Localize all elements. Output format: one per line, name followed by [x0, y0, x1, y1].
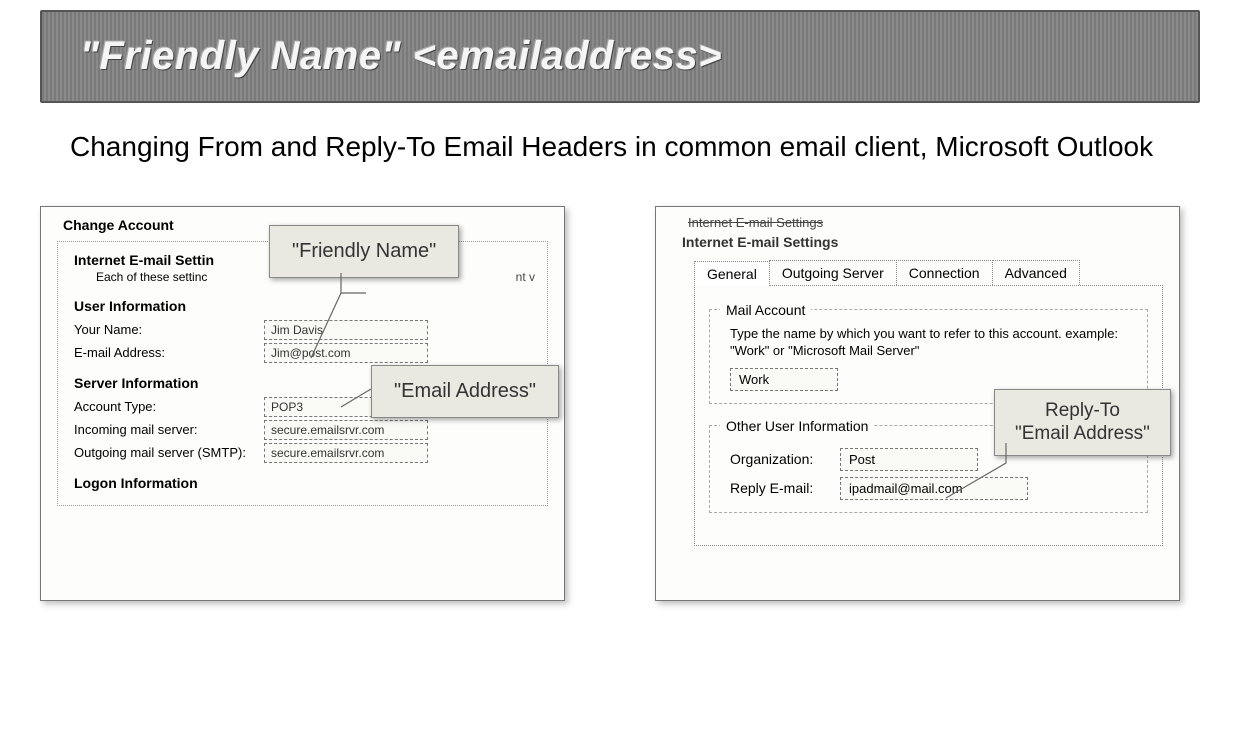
subtitle: Changing From and Reply-To Email Headers… [70, 128, 1170, 166]
email-input[interactable]: Jim@post.com [264, 343, 428, 363]
mail-account-name-input[interactable]: Work [730, 368, 838, 391]
organization-input[interactable]: Post [840, 448, 978, 471]
change-account-dialog: Change Account Internet E-mail Settin Ea… [40, 206, 565, 601]
title-banner: "Friendly Name" <emailaddress> [40, 10, 1200, 103]
mail-account-hint: Type the name by which you want to refer… [730, 326, 1137, 360]
callout-reply-to: Reply-To "Email Address" [994, 389, 1171, 457]
user-info-heading: User Information [74, 298, 531, 314]
banner-title: "Friendly Name" <emailaddress> [80, 34, 1160, 79]
outgoing-server-input[interactable]: secure.emailsrvr.com [264, 443, 428, 463]
obscured-title: Internet E-mail Settings [688, 215, 1169, 230]
tab-general[interactable]: General [694, 261, 770, 286]
your-name-label: Your Name: [74, 322, 264, 337]
organization-label: Organization: [730, 451, 840, 467]
tab-bar: General Outgoing Server Connection Advan… [694, 260, 1169, 285]
dialog-title: Internet E-mail Settings [682, 234, 1169, 250]
incoming-server-input[interactable]: secure.emailsrvr.com [264, 420, 428, 440]
account-type-label: Account Type: [74, 399, 264, 414]
internet-email-settings-dialog: Internet E-mail Settings Internet E-mail… [655, 206, 1180, 601]
your-name-input[interactable]: Jim Davis [264, 320, 428, 340]
outgoing-server-label: Outgoing mail server (SMTP): [74, 445, 264, 460]
incoming-server-label: Incoming mail server: [74, 422, 264, 437]
tab-connection[interactable]: Connection [896, 260, 993, 285]
other-user-info-legend: Other User Information [720, 418, 874, 434]
reply-email-label: Reply E-mail: [730, 480, 840, 496]
callout-email-address: "Email Address" [371, 365, 559, 418]
mail-account-legend: Mail Account [720, 302, 811, 318]
email-label: E-mail Address: [74, 345, 264, 360]
tab-outgoing-server[interactable]: Outgoing Server [769, 260, 897, 285]
callout-friendly-name: "Friendly Name" [269, 225, 459, 278]
logon-info-heading: Logon Information [74, 475, 531, 491]
tab-advanced[interactable]: Advanced [992, 260, 1080, 285]
reply-email-input[interactable]: ipadmail@mail.com [840, 477, 1028, 500]
